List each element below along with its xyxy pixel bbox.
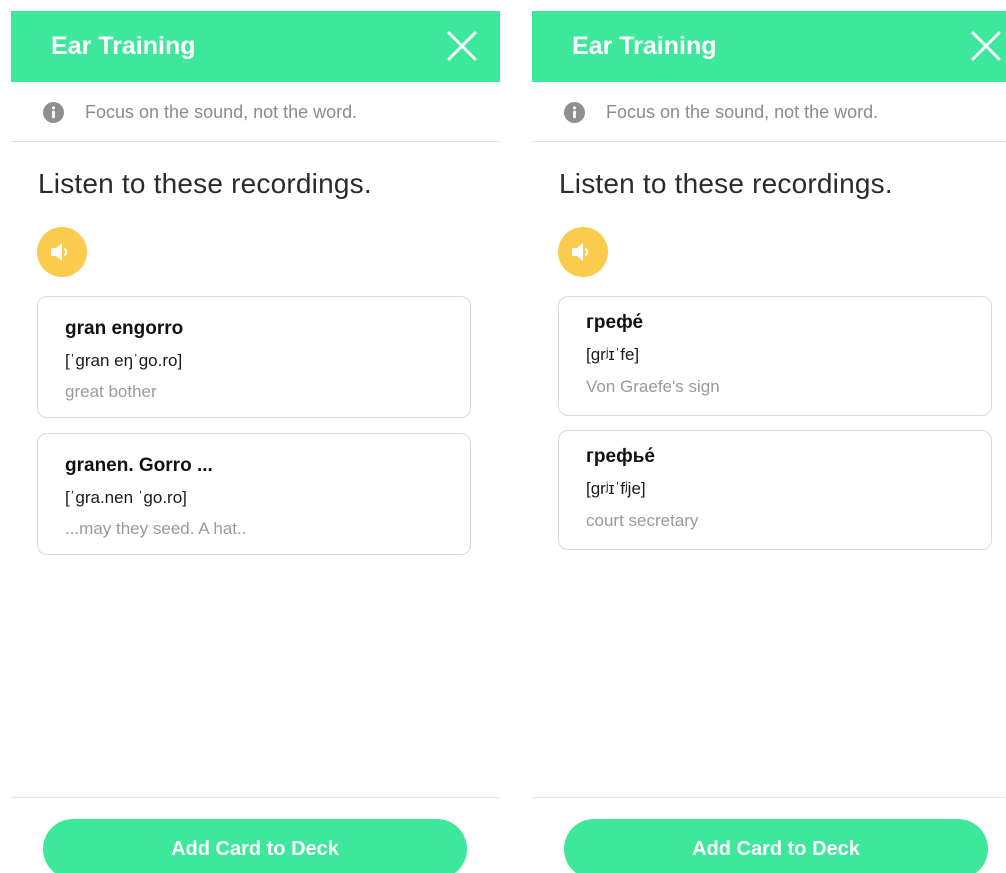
recording-card[interactable]: gran engorro [ˈgran eŋˈgo.ro] great both… — [37, 296, 471, 418]
card-word: granen. Gorro ... — [65, 455, 213, 476]
ear-training-panel-right: Ear Training Focus on the sound, not the… — [532, 0, 1006, 873]
footer-divider — [11, 797, 500, 798]
info-icon — [43, 102, 64, 123]
footer-divider — [532, 797, 1006, 798]
card-meaning: great bother — [65, 382, 157, 401]
card-word: грефе́ — [586, 312, 644, 333]
close-icon — [971, 31, 1001, 61]
recording-card[interactable]: granen. Gorro ... [ˈgra.nen ˈgo.ro] ...m… — [37, 433, 471, 555]
header-bar: Ear Training — [11, 11, 500, 82]
close-button[interactable] — [968, 28, 1004, 64]
close-icon — [447, 31, 477, 61]
card-word: gran engorro — [65, 318, 184, 339]
play-audio-button[interactable] — [37, 227, 87, 277]
play-audio-button[interactable] — [558, 227, 608, 277]
add-card-to-deck-button[interactable]: Add Card to Deck — [564, 819, 988, 873]
add-card-to-deck-button[interactable]: Add Card to Deck — [43, 819, 467, 873]
recording-card[interactable]: грефье́ [grʲɪˈfʲje] court secretary — [558, 430, 992, 550]
prompt-heading: Listen to these recordings. — [559, 168, 893, 199]
card-meaning: Von Graefe's sign — [586, 377, 720, 396]
card-ipa: [grʲɪˈfe] — [586, 345, 640, 364]
speaker-icon — [572, 243, 589, 261]
card-meaning: court secretary — [586, 511, 699, 530]
speaker-icon — [51, 243, 68, 261]
tip-row: Focus on the sound, not the word. — [532, 82, 1006, 142]
prompt-heading: Listen to these recordings. — [38, 168, 372, 199]
card-ipa: [ˈgra.nen ˈgo.ro] — [65, 488, 187, 507]
tip-row: Focus on the sound, not the word. — [11, 82, 500, 142]
card-word: грефье́ — [586, 446, 655, 467]
close-button[interactable] — [444, 28, 480, 64]
recording-card[interactable]: грефе́ [grʲɪˈfe] Von Graefe's sign — [558, 296, 992, 416]
info-icon — [564, 102, 585, 123]
tip-text: Focus on the sound, not the word. — [606, 102, 879, 122]
header-title: Ear Training — [51, 32, 196, 60]
tip-text: Focus on the sound, not the word. — [85, 102, 358, 122]
header-title: Ear Training — [572, 32, 717, 60]
card-ipa: [ˈgran eŋˈgo.ro] — [65, 351, 183, 370]
card-meaning: ...may they seed. A hat.. — [65, 519, 247, 538]
ear-training-panel-left: Ear Training Focus on the sound, not the… — [11, 0, 500, 873]
header-bar: Ear Training — [532, 11, 1006, 82]
card-ipa: [grʲɪˈfʲje] — [586, 479, 646, 498]
